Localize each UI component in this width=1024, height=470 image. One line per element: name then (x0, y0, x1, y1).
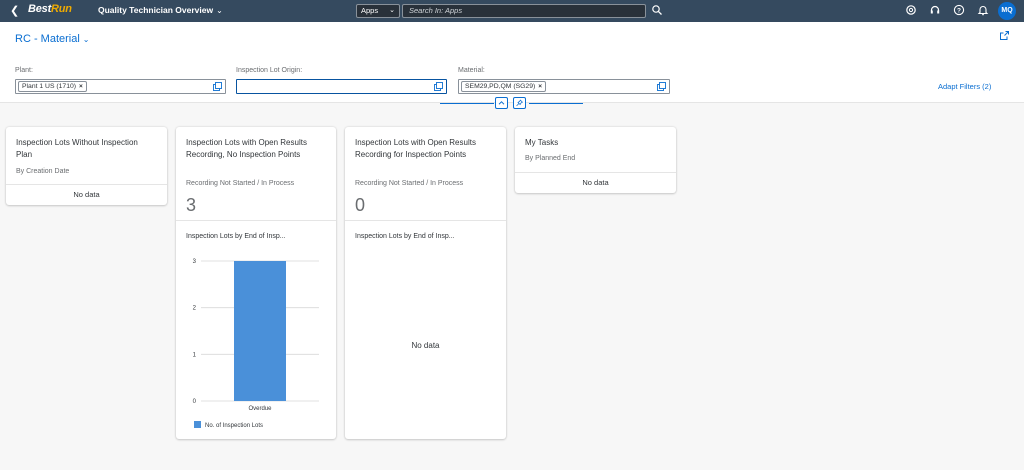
plant-filter-label: Plant: (15, 67, 33, 74)
card-title: Inspection Lots Without Inspection Plan (16, 138, 138, 159)
variant-selector[interactable]: RC - Material ⌄ (15, 33, 90, 45)
copilot-icon[interactable] (905, 4, 917, 16)
chart-title: Inspection Lots by End of Insp... (186, 233, 286, 240)
card-subtitle: Recording Not Started / In Process (186, 180, 295, 187)
card-subtitle: Recording Not Started / In Process (355, 180, 464, 187)
x-tick-label: Overdue (248, 406, 272, 412)
adapt-filters-link[interactable]: Adapt Filters (2) (938, 82, 991, 91)
chevron-down-icon: ⌄ (216, 6, 223, 15)
y-tick-label: 2 (193, 306, 197, 312)
bar (234, 261, 286, 401)
app-title: Quality Technician Overview (98, 5, 214, 15)
filter-header: RC - Material ⌄ Plant: Plant 1 US (1710) ×… (0, 22, 1024, 109)
remove-token-icon[interactable]: × (79, 83, 83, 90)
no-data-text: No data (411, 341, 440, 350)
material-token: SEM29,PD,QM (SG29) × (461, 81, 547, 92)
card-open-results-with-points[interactable]: Inspection Lots with Open Results Record… (345, 127, 506, 439)
header-divider-right (529, 103, 583, 104)
no-data-text: No data (582, 178, 609, 187)
inspection-lot-origin-input[interactable] (236, 79, 447, 94)
no-data-text: No data (73, 190, 100, 199)
material-filter-label: Material: (458, 67, 485, 74)
search-placeholder: Search In: Apps (409, 6, 463, 15)
legend-swatch (194, 421, 201, 428)
plant-token: Plant 1 US (1710) × (18, 81, 87, 92)
back-icon[interactable]: ❮ (10, 4, 19, 17)
user-avatar[interactable]: MQ (998, 2, 1016, 20)
search-icon[interactable] (651, 4, 663, 16)
card-my-tasks[interactable]: My Tasks By Planned End No data (515, 127, 676, 193)
company-logo[interactable]: BestRun (28, 3, 72, 15)
card-subtitle: By Creation Date (16, 168, 70, 175)
logo-best-text: Best (28, 3, 52, 15)
search-scope-select[interactable]: Apps ⌄ (356, 4, 400, 18)
app-title-menu[interactable]: Quality Technician Overview ⌄ (98, 5, 223, 15)
remove-token-icon[interactable]: × (538, 83, 542, 90)
chevron-down-icon: ⌄ (389, 7, 395, 14)
value-help-icon[interactable] (657, 82, 666, 91)
headset-icon[interactable] (929, 4, 941, 16)
logo-run-text: Run (51, 3, 72, 15)
card-subtitle: By Planned End (525, 155, 576, 162)
value-help-icon[interactable] (213, 82, 222, 91)
plant-token-text: Plant 1 US (1710) (22, 83, 77, 90)
pin-icon[interactable] (513, 97, 526, 109)
card-divider (176, 220, 336, 221)
share-icon[interactable] (999, 30, 1010, 41)
bar-chart: 0 1 2 3 Overdue No. of Inspection Lots (193, 259, 319, 429)
card-open-results-no-points[interactable]: Inspection Lots with Open Results Record… (176, 127, 336, 439)
y-tick-label: 3 (193, 259, 197, 265)
y-tick-label: 1 (193, 352, 197, 358)
y-tick-label: 0 (193, 399, 197, 405)
inspection-lot-origin-label: Inspection Lot Origin: (236, 67, 303, 74)
search-input[interactable]: Search In: Apps (402, 4, 646, 18)
search-scope-value: Apps (361, 6, 379, 15)
collapse-header-icon[interactable] (495, 97, 508, 109)
kpi-value: 3 (186, 195, 197, 215)
card-title: My Tasks (525, 138, 559, 147)
card-title: Inspection Lots with Open Results Record… (186, 138, 307, 159)
shell-bar: ❮ BestRun Quality Technician Overview ⌄ A… (0, 0, 1024, 22)
svg-text:?: ? (957, 7, 961, 14)
kpi-value: 0 (355, 195, 366, 215)
card-divider (345, 220, 506, 221)
card-divider (515, 172, 676, 173)
help-icon[interactable]: ? (953, 4, 965, 16)
card-divider (6, 184, 167, 185)
card-title: Inspection Lots with Open Results Record… (355, 138, 476, 159)
material-token-text: SEM29,PD,QM (SG29) (465, 83, 536, 90)
chart-title: Inspection Lots by End of Insp... (355, 233, 455, 240)
variant-title: RC - Material (15, 33, 80, 45)
chevron-down-icon: ⌄ (82, 35, 90, 44)
card-lots-without-plan[interactable]: Inspection Lots Without Inspection Plan … (6, 127, 167, 205)
header-divider-left (440, 103, 494, 104)
legend-label: No. of Inspection Lots (205, 423, 263, 429)
value-help-icon[interactable] (434, 82, 443, 91)
notifications-icon[interactable] (977, 4, 989, 16)
material-filter-input[interactable]: SEM29,PD,QM (SG29) × (458, 79, 670, 94)
plant-filter-input[interactable]: Plant 1 US (1710) × (15, 79, 226, 94)
